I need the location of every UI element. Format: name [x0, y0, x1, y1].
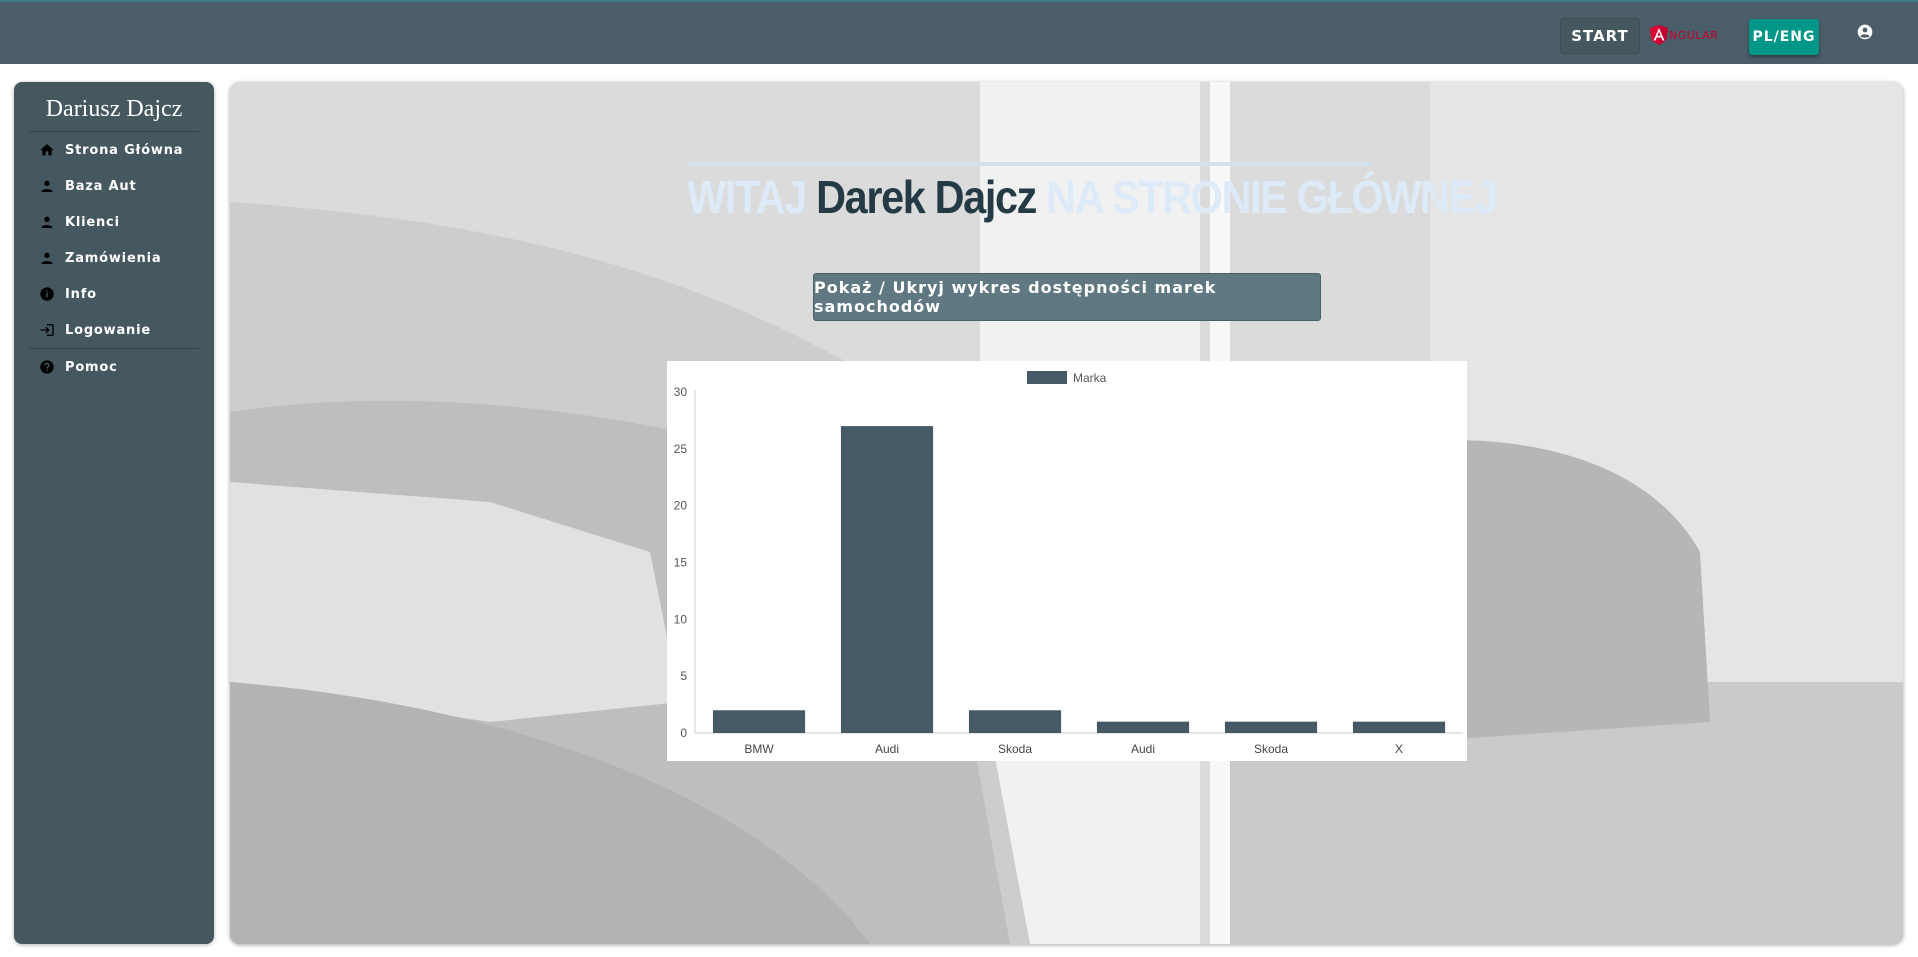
x-tick-label: BMW — [744, 742, 774, 756]
angular-logo[interactable]: NGULAR — [1650, 24, 1730, 46]
angular-wordmark: NGULAR — [1669, 28, 1719, 42]
sidebar-item-label: Klienci — [65, 214, 120, 230]
top-toolbar: START NGULAR PL/ENG — [0, 0, 1918, 64]
chart-bar — [712, 710, 806, 733]
sidebar-item-label: Logowanie — [65, 322, 151, 338]
legend-swatch — [1027, 371, 1067, 384]
sidebar-title: Dariusz Dajcz — [29, 96, 199, 132]
sidebar-item-zamowienia[interactable]: Zamówienia — [14, 240, 214, 276]
sidebar-item-klienci[interactable]: Klienci — [14, 204, 214, 240]
person-icon — [41, 252, 53, 264]
sidebar-item-label: Baza Aut — [65, 178, 137, 194]
toggle-chart-button[interactable]: Pokaż / Ukryj wykres dostępności marek s… — [813, 273, 1321, 321]
chart-bar — [1224, 721, 1318, 733]
x-tick-label: Skoda — [1254, 742, 1288, 756]
person-icon — [41, 216, 53, 228]
x-tick-label: Audi — [1131, 742, 1155, 756]
y-tick-label: 30 — [674, 385, 688, 399]
home-icon — [40, 144, 54, 156]
welcome-suffix: NA STRONIE GŁÓWNEJ — [1036, 171, 1498, 223]
y-tick-label: 10 — [674, 612, 688, 626]
sidebar-item-pomoc[interactable]: Pomoc — [14, 349, 214, 385]
sidebar-item-label: Strona Główna — [65, 142, 184, 158]
welcome-user-name: Darek Dajcz — [816, 171, 1037, 223]
chart-canvas: 0 5 10 15 20 25 30 BMW Audi Skoda Audi Skoda X Marka — [674, 371, 1463, 756]
legend-label: Marka — [1073, 371, 1107, 385]
y-tick-label: 20 — [674, 499, 688, 513]
angular-icon — [1650, 25, 1668, 45]
x-tick-label: X — [1395, 742, 1403, 756]
start-button[interactable]: START — [1560, 18, 1640, 54]
y-tick-label: 0 — [680, 726, 687, 740]
brand-availability-chart: 0 5 10 15 20 25 30 BMW Audi Skoda Audi Skoda X Marka — [667, 361, 1467, 761]
y-tick-label: 15 — [674, 556, 688, 570]
chart-bar — [1096, 721, 1190, 733]
sidebar-item-label: Info — [65, 286, 97, 302]
main-panel: WITAJ Darek Dajcz NA STRONIE GŁÓWNEJ Pok… — [230, 82, 1903, 944]
welcome-prefix: WITAJ — [687, 171, 817, 223]
x-tick-label: Skoda — [998, 742, 1032, 756]
login-icon — [40, 324, 54, 336]
chart-bar — [1352, 721, 1446, 733]
y-tick-label: 25 — [674, 442, 688, 456]
account-circle-icon[interactable] — [1857, 24, 1873, 40]
sidebar: Dariusz Dajcz Strona Główna Baza Aut Kli… — [14, 82, 214, 944]
help-icon — [40, 360, 54, 374]
sidebar-item-baza-aut[interactable]: Baza Aut — [14, 168, 214, 204]
language-toggle-button[interactable]: PL/ENG — [1749, 19, 1819, 55]
person-icon — [41, 180, 53, 192]
y-tick-label: 5 — [680, 669, 687, 683]
sidebar-item-info[interactable]: Info — [14, 276, 214, 312]
info-icon — [40, 287, 54, 301]
chart-bar — [840, 426, 934, 733]
chart-bar — [968, 710, 1062, 733]
x-tick-label: Audi — [875, 742, 899, 756]
sidebar-item-logowanie[interactable]: Logowanie — [14, 312, 214, 348]
sidebar-item-label: Pomoc — [65, 359, 118, 375]
sidebar-item-label: Zamówienia — [65, 250, 162, 266]
welcome-heading: WITAJ Darek Dajcz NA STRONIE GŁÓWNEJ — [687, 162, 1498, 224]
sidebar-item-strona-glowna[interactable]: Strona Główna — [14, 132, 214, 168]
